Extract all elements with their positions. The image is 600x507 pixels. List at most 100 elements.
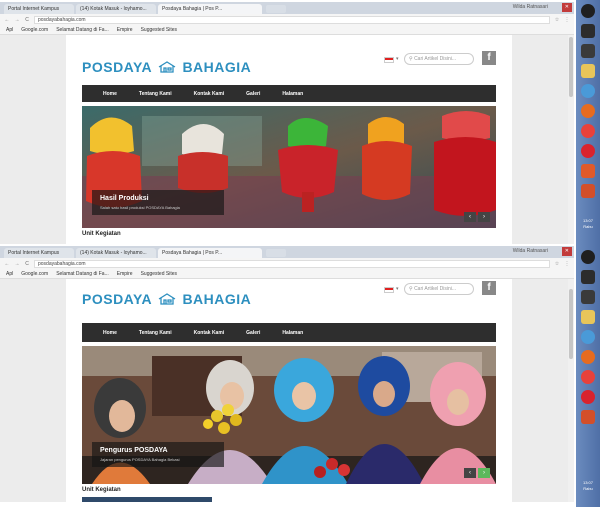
address-bar: ← → C posdayabahagia.com ☆ ⋮ <box>0 258 574 269</box>
facebook-icon[interactable]: f <box>482 281 496 295</box>
bookmark-google[interactable]: Google.com <box>21 271 48 277</box>
nav-tentang-kami[interactable]: Tentang Kami <box>128 91 183 97</box>
facebook-icon[interactable]: f <box>482 51 496 65</box>
folder-icon[interactable] <box>581 310 595 324</box>
slide-subtitle: Salah satu hasil produksi POSDAYA Bahagi… <box>100 205 180 210</box>
scrollbar[interactable] <box>568 279 574 502</box>
chevron-down-icon[interactable]: ▾ <box>396 286 399 292</box>
nav-home[interactable]: Home <box>92 91 128 97</box>
bookmark-apps[interactable]: Apl <box>6 27 13 33</box>
url-input[interactable]: posdayabahagia.com <box>34 15 550 24</box>
scrollbar[interactable] <box>568 35 574 244</box>
search-input[interactable]: ⚲ Cari Artikel Disini... <box>404 283 474 295</box>
nav-halaman[interactable]: Halaman <box>271 330 314 336</box>
clock-day: Rabu <box>583 486 593 491</box>
chrome-icon[interactable] <box>581 124 595 138</box>
reload-icon[interactable]: C <box>24 261 30 267</box>
unit-thumbnail[interactable] <box>82 497 212 502</box>
menu-icon[interactable]: ⋮ <box>564 17 570 23</box>
bookmark-star-icon[interactable]: ☆ <box>554 17 560 23</box>
folder-icon[interactable] <box>581 64 595 78</box>
tab-label: (14) Kotak Masuk - loyhamo... <box>80 250 147 256</box>
start-button-icon[interactable] <box>581 4 595 18</box>
website-content: POSDAYA BAHAGIA ▾ ⚲ Cari Artikel Disini.… <box>66 279 512 502</box>
nav-halaman[interactable]: Halaman <box>271 91 314 97</box>
search-placeholder: Cari Artikel Disini... <box>414 56 457 62</box>
tab-posdaya[interactable]: Posdaya Bahagia | Pos P... <box>158 248 262 258</box>
back-icon[interactable]: ← <box>4 17 10 23</box>
clock-time[interactable]: 13:07 <box>578 480 598 485</box>
bookmark-suggested[interactable]: Suggested Sites <box>141 27 177 33</box>
tab-kotak-masuk[interactable]: (14) Kotak Masuk - loyhamo... <box>76 248 156 258</box>
nav-galeri[interactable]: Galeri <box>235 91 271 97</box>
slide-caption: Pengurus POSDAYA Jajaran pengurus POSDAY… <box>92 442 224 467</box>
chrome-icon[interactable] <box>581 370 595 384</box>
bookmark-google[interactable]: Google.com <box>21 27 48 33</box>
bookmark-empire[interactable]: Empire <box>117 271 133 277</box>
prev-arrow-icon[interactable]: ‹ <box>464 468 476 478</box>
presentation-icon[interactable] <box>581 184 595 198</box>
new-tab-button[interactable] <box>266 249 286 257</box>
forward-icon[interactable]: → <box>14 17 20 23</box>
search-input[interactable]: ⚲ Cari Artikel Disini... <box>404 53 474 65</box>
vase-red <box>434 111 496 216</box>
prev-arrow-icon[interactable]: ‹ <box>464 212 476 222</box>
back-icon[interactable]: ← <box>4 261 10 267</box>
close-window-button[interactable]: ✕ <box>561 3 572 12</box>
forward-icon[interactable]: → <box>14 261 20 267</box>
tab-label: Posdaya Bahagia | Pos P... <box>162 250 223 256</box>
menu-icon[interactable]: ⋮ <box>564 261 570 267</box>
next-arrow-icon[interactable]: › <box>478 468 490 478</box>
slide-title: Hasil Produksi <box>100 195 149 202</box>
close-window-button[interactable]: ✕ <box>561 247 572 256</box>
language-flag-icon[interactable] <box>384 57 394 63</box>
firefox-icon[interactable] <box>581 104 595 118</box>
bookmark-apps[interactable]: Apl <box>6 271 13 277</box>
image-slider: Pengurus POSDAYA Jajaran pengurus POSDAY… <box>82 346 496 484</box>
site-logo[interactable]: POSDAYA BAHAGIA <box>82 291 251 307</box>
start-button-icon[interactable] <box>581 250 595 264</box>
tab-posdaya[interactable]: Posdaya Bahagia | Pos P... <box>158 4 262 14</box>
firefox-icon[interactable] <box>581 350 595 364</box>
skype-icon[interactable] <box>581 24 595 38</box>
nav-kontak-kami[interactable]: Kontak Kami <box>183 330 236 336</box>
tab-portal-kampus[interactable]: Portal Internet Kampus <box>4 4 74 14</box>
opera-icon[interactable] <box>581 390 595 404</box>
nav-galeri[interactable]: Galeri <box>235 330 271 336</box>
website-content: POSDAYA BAHAGIA ▾ ⚲ Cari Artikel Disini.… <box>66 35 512 244</box>
media-icon[interactable] <box>581 164 595 178</box>
chevron-down-icon[interactable]: ▾ <box>396 56 399 62</box>
new-tab-button[interactable] <box>266 5 286 13</box>
url-input[interactable]: posdayabahagia.com <box>34 259 550 268</box>
bookmark-star-icon[interactable]: ☆ <box>554 261 560 267</box>
nav-kontak-kami[interactable]: Kontak Kami <box>183 91 236 97</box>
clock-time[interactable]: 13:07 <box>578 218 598 223</box>
globe-icon[interactable] <box>581 84 595 98</box>
vase-white <box>178 124 228 193</box>
nav-home[interactable]: Home <box>92 330 128 336</box>
tab-kotak-masuk[interactable]: (14) Kotak Masuk - loyhamo... <box>76 4 156 14</box>
opera-icon[interactable] <box>581 144 595 158</box>
presentation-icon[interactable] <box>581 410 595 424</box>
language-flag-icon[interactable] <box>384 287 394 293</box>
mail-icon[interactable] <box>581 44 595 58</box>
address-bar: ← → C posdayabahagia.com ☆ ⋮ <box>0 14 574 25</box>
bookmark-empire[interactable]: Empire <box>117 27 133 33</box>
bookmark-selamat-datang[interactable]: Selamat Datang di Fa... <box>56 271 109 277</box>
reload-icon[interactable]: C <box>24 17 30 23</box>
site-logo[interactable]: POSDAYA BAHAGIA <box>82 59 251 75</box>
next-arrow-icon[interactable]: › <box>478 212 490 222</box>
nav-tentang-kami[interactable]: Tentang Kami <box>128 330 183 336</box>
scrollbar-thumb[interactable] <box>569 289 573 359</box>
tab-portal-kampus[interactable]: Portal Internet Kampus <box>4 248 74 258</box>
bookmark-selamat-datang[interactable]: Selamat Datang di Fa... <box>56 27 109 33</box>
logo-text-right: BAHAGIA <box>182 59 252 75</box>
mail-icon[interactable] <box>581 290 595 304</box>
bookmark-suggested[interactable]: Suggested Sites <box>141 271 177 277</box>
globe-icon[interactable] <box>581 330 595 344</box>
house-logo-icon <box>158 61 176 73</box>
skype-icon[interactable] <box>581 270 595 284</box>
windows-taskbar: 13:07 Rabu 13:07 Rabu <box>576 0 600 507</box>
scrollbar-thumb[interactable] <box>569 37 573 97</box>
section-title: Unit Kegiatan <box>82 487 121 493</box>
